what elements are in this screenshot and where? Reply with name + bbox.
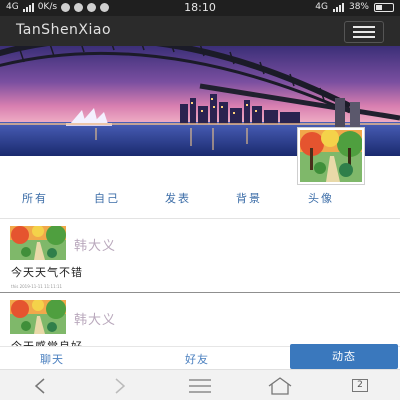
signal-icon	[332, 2, 344, 12]
status-bar: 4G 0K/s 18:10 4G 38%	[0, 0, 400, 16]
menu-button[interactable]	[344, 21, 384, 43]
back-arrow-icon	[34, 377, 45, 394]
forest-painting-image	[300, 130, 362, 182]
post-avatar[interactable]	[10, 226, 66, 260]
post-separator	[0, 292, 400, 293]
post-author[interactable]: 韩大义	[74, 235, 116, 254]
battery-percent: 38%	[348, 2, 369, 12]
hamburger-icon	[353, 26, 375, 28]
post-author[interactable]: 韩大义	[74, 309, 116, 328]
post-content: 今天感觉良好	[11, 338, 83, 346]
app-title: TanShenXiao	[16, 22, 112, 38]
hamburger-icon	[353, 36, 375, 38]
tab-published[interactable]: 发表	[165, 190, 191, 206]
tab-all[interactable]: 所有	[22, 190, 48, 206]
tab-background[interactable]: 背景	[236, 190, 262, 206]
tab-self[interactable]: 自己	[94, 190, 120, 206]
nav-chat[interactable]: 聊天	[40, 351, 64, 367]
profile-tabs: 所有 自己 发表 背景 头像	[0, 190, 400, 208]
network-type-right: 4G	[315, 2, 328, 12]
home-icon	[268, 376, 292, 395]
back-button[interactable]	[20, 370, 60, 400]
system-nav-bar: 2	[0, 369, 400, 400]
home-button[interactable]	[260, 370, 300, 400]
hamburger-icon	[353, 31, 375, 33]
forward-arrow-icon	[115, 377, 126, 394]
battery-icon	[374, 2, 394, 12]
forest-painting-image	[10, 300, 66, 334]
tabs-button[interactable]: 2	[340, 370, 380, 400]
app-bar: TanShenXiao	[0, 16, 400, 46]
post-content: 今天天气不错	[11, 266, 83, 279]
nav-friends[interactable]: 好友	[185, 351, 209, 367]
tab-avatar[interactable]: 头像	[308, 190, 334, 206]
menu-lines-icon	[189, 378, 211, 393]
post-avatar[interactable]	[10, 300, 66, 334]
post-meta: this 2019-11-11 11:11:11	[11, 284, 63, 289]
menu-key[interactable]	[180, 370, 220, 400]
post-feed[interactable]: 韩大义 今天天气不错 this 2019-11-11 11:11:11 韩大义 …	[0, 218, 400, 346]
divider	[0, 218, 400, 219]
forward-button[interactable]	[100, 370, 140, 400]
status-right: 4G 38%	[315, 2, 394, 12]
forest-painting-image	[10, 226, 66, 260]
tab-count: 2	[352, 379, 368, 392]
nav-moments[interactable]: 动态	[290, 344, 398, 369]
profile-avatar[interactable]	[298, 128, 364, 184]
